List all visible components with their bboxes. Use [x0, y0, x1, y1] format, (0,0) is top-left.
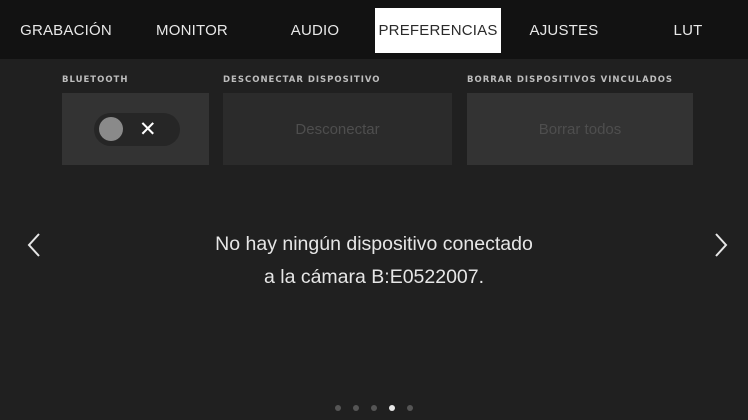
- disconnect-button-label: Desconectar: [295, 120, 380, 138]
- disconnect-button[interactable]: Desconectar: [223, 93, 452, 165]
- tab-grabacion[interactable]: GRABACIÓN: [12, 8, 120, 53]
- toggle-knob: [99, 117, 123, 141]
- bluetooth-toggle[interactable]: ✕: [94, 113, 180, 146]
- chevron-left-icon[interactable]: [19, 225, 49, 265]
- chevron-right-icon[interactable]: [706, 225, 736, 265]
- tab-audio[interactable]: AUDIO: [272, 8, 358, 53]
- tab-monitor[interactable]: MONITOR: [142, 8, 242, 53]
- page-dot[interactable]: [407, 405, 413, 411]
- message-line-1: No hay ningún dispositivo conectado: [215, 233, 533, 255]
- tab-lut[interactable]: LUT: [655, 8, 721, 53]
- page-dot-current[interactable]: [389, 405, 395, 411]
- page-dot[interactable]: [353, 405, 359, 411]
- bluetooth-panel: ✕: [62, 93, 209, 165]
- close-icon: ✕: [139, 118, 157, 141]
- page-dot[interactable]: [335, 405, 341, 411]
- tab-bar: GRABACIÓN MONITOR AUDIO PREFERENCIAS AJU…: [0, 0, 748, 59]
- no-device-message: No hay ningún dispositivo conectado a la…: [120, 228, 628, 294]
- page-dot[interactable]: [371, 405, 377, 411]
- page-indicator: [335, 405, 413, 411]
- tab-preferencias[interactable]: PREFERENCIAS: [375, 8, 501, 53]
- clear-all-button-label: Borrar todos: [538, 120, 622, 138]
- tab-ajustes[interactable]: AJUSTES: [512, 8, 616, 53]
- bluetooth-label: BLUETOOTH: [62, 75, 129, 85]
- message-line-2: a la cámara B:E0522007.: [263, 266, 485, 288]
- disconnect-device-label: DESCONECTAR DISPOSITIVO: [223, 75, 381, 85]
- clear-paired-devices-label: BORRAR DISPOSITIVOS VINCULADOS: [467, 75, 674, 85]
- preferences-screen: GRABACIÓN MONITOR AUDIO PREFERENCIAS AJU…: [0, 0, 748, 420]
- clear-all-button[interactable]: Borrar todos: [467, 93, 693, 165]
